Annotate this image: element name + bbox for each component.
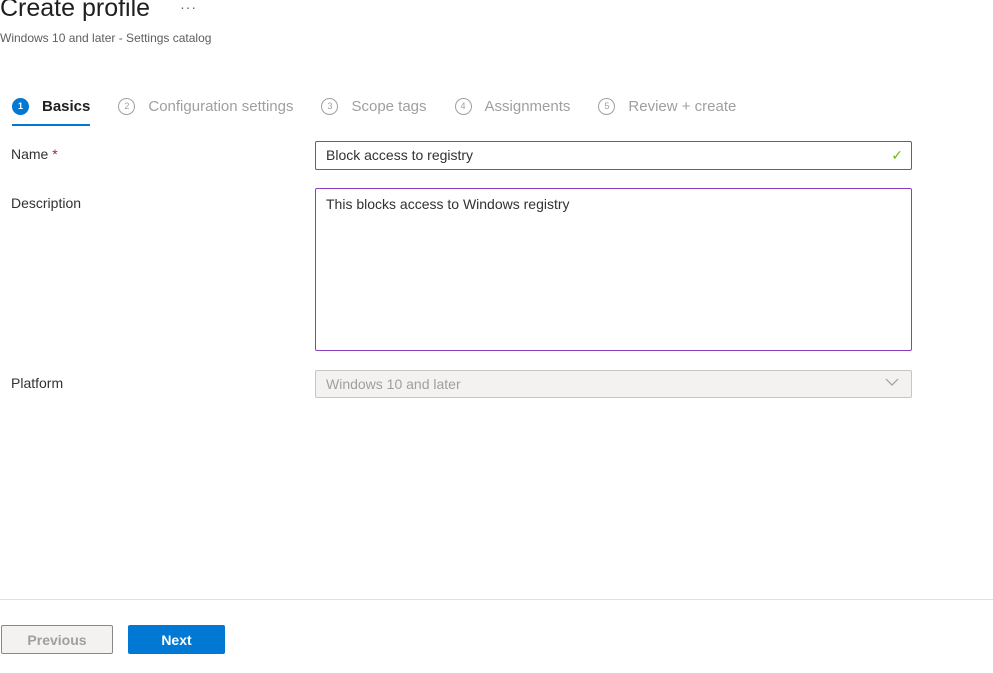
- tab-label: Scope tags: [351, 97, 427, 115]
- next-button[interactable]: Next: [128, 625, 225, 654]
- description-textarea[interactable]: This blocks access to Windows registry: [315, 188, 912, 351]
- tab-label: Configuration settings: [148, 97, 294, 115]
- more-options-icon[interactable]: ···: [180, 0, 197, 15]
- step-number-icon: 5: [598, 97, 616, 115]
- previous-button[interactable]: Previous: [1, 625, 113, 654]
- name-input[interactable]: Block access to registry ✓: [315, 141, 912, 170]
- checkmark-icon: ✓: [891, 147, 903, 163]
- chevron-down-icon: [885, 378, 899, 386]
- tab-label: Review + create: [628, 97, 737, 115]
- name-label: Name *: [11, 146, 58, 162]
- description-label: Description: [11, 195, 82, 211]
- name-input-value: Block access to registry: [326, 147, 474, 163]
- tab-scope-tags[interactable]: 3 Scope tags: [321, 92, 427, 120]
- platform-value: Windows 10 and later: [326, 376, 461, 392]
- page-title-text: Create profile: [0, 0, 151, 22]
- required-icon: *: [52, 146, 58, 162]
- platform-label: Platform: [11, 375, 64, 391]
- tab-review-create[interactable]: 5 Review + create: [598, 92, 736, 120]
- tab-label: Basics: [42, 97, 91, 115]
- tab-configuration-settings[interactable]: 2 Configuration settings: [118, 92, 293, 120]
- step-number-icon: 2: [118, 97, 136, 115]
- step-number-icon: 3: [321, 97, 339, 115]
- name-label-text: Name: [11, 146, 49, 162]
- tab-label: Assignments: [484, 97, 571, 115]
- platform-select[interactable]: Windows 10 and later: [315, 370, 912, 398]
- wizard-tabs: 1 Basics 2 Configuration settings 3 Scop…: [12, 92, 764, 126]
- tab-basics[interactable]: 1 Basics: [12, 92, 91, 126]
- page-title: Create profile ···: [0, 0, 197, 23]
- footer-divider: [0, 599, 993, 600]
- step-number-icon: 4: [454, 97, 472, 115]
- step-number-icon: 1: [12, 97, 29, 115]
- description-value: This blocks access to Windows registry: [326, 196, 570, 212]
- tab-assignments[interactable]: 4 Assignments: [454, 92, 571, 120]
- page-subtitle: Windows 10 and later - Settings catalog: [0, 31, 212, 45]
